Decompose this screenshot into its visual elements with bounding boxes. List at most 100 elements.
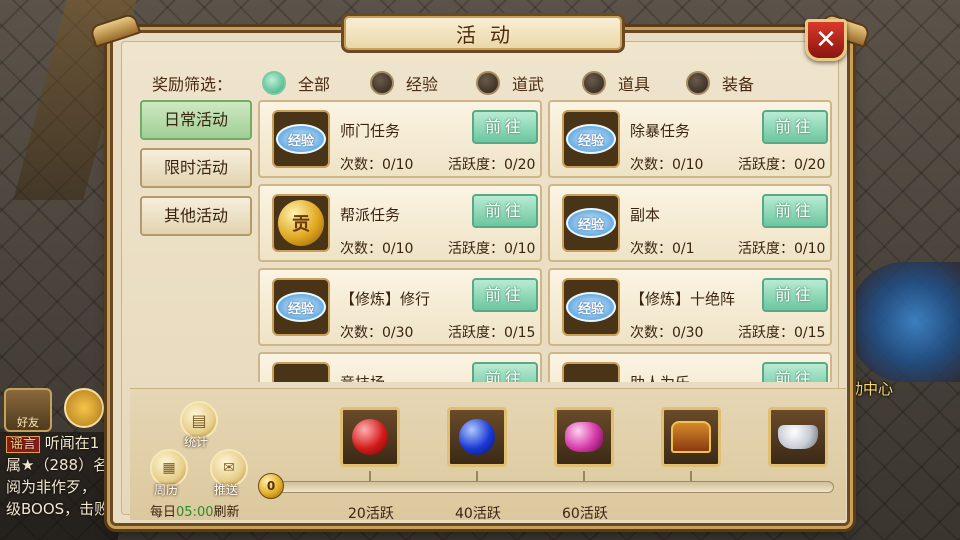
reward-filter-row: 奖励筛选： 全部 经验 道武 道具 装备 bbox=[152, 70, 754, 96]
milestone-stem bbox=[583, 471, 585, 481]
taiji-exp-icon: 经验 bbox=[562, 194, 620, 252]
activity-points: 活跃度：0/10 bbox=[448, 241, 536, 257]
reward-box-1[interactable] bbox=[340, 407, 400, 467]
close-button[interactable]: ✕ bbox=[805, 19, 847, 61]
go-button[interactable]: 前往 bbox=[762, 278, 828, 312]
filter-option-equipment[interactable]: 装备 bbox=[686, 71, 754, 95]
go-button[interactable]: 前往 bbox=[472, 194, 538, 228]
refresh-time: 05:00 bbox=[176, 505, 214, 520]
tab-daily-activities[interactable]: 日常活动 bbox=[140, 100, 252, 140]
tab-other-activities[interactable]: 其他活动 bbox=[140, 196, 252, 236]
chat-tag-rumor: 谣言 bbox=[6, 436, 41, 453]
taiji-exp-icon: 经验 bbox=[562, 110, 620, 168]
exp-badge: 经验 bbox=[276, 292, 326, 322]
calendar-icon: ▦ bbox=[162, 460, 176, 476]
go-button[interactable]: 前往 bbox=[472, 362, 538, 382]
filter-option-label: 装备 bbox=[722, 75, 755, 94]
activity-card-shijuezhen: 经验 【修炼】十绝阵 次数：0/30 活跃度：0/15 前往 bbox=[548, 268, 832, 346]
activity-reward-bar: ▤ 统计 ▦ 周历 ✉ 推送 每日05:00刷新 0 20活跃 40活跃 60活… bbox=[130, 388, 846, 522]
milestone-stem bbox=[369, 471, 371, 481]
activity-dialog: 奖励筛选： 全部 经验 道武 道具 装备 日常活动 限时活动 其他活动 经验 师… bbox=[88, 12, 872, 526]
activity-card-shimen: 经验 师门任务 次数：0/10 活跃度：0/20 前往 bbox=[258, 100, 542, 178]
mail-icon: ✉ bbox=[223, 460, 235, 476]
radio-icon[interactable] bbox=[686, 71, 710, 95]
chat-panel: 谣言 听闻在1 属★（288）名 阅为非作歹， 级BOOS，击败 bbox=[0, 432, 118, 540]
activity-card-xiuxing: 经验 【修炼】修行 次数：0/30 活跃度：0/15 前往 bbox=[258, 268, 542, 346]
portal-effect bbox=[848, 262, 960, 382]
activity-points: 活跃度：0/20 bbox=[738, 157, 826, 173]
radio-icon[interactable] bbox=[262, 71, 286, 95]
activity-name: 副本 bbox=[630, 206, 661, 224]
reward-box-5[interactable] bbox=[768, 407, 828, 467]
filter-option-exp[interactable]: 经验 bbox=[370, 71, 476, 95]
refresh-prefix: 每日 bbox=[150, 505, 177, 520]
activity-name: 师门任务 bbox=[340, 122, 401, 140]
contribution-coin-icon: 贡 bbox=[272, 194, 330, 252]
filter-option-label: 经验 bbox=[406, 75, 439, 94]
activity-name: 帮派任务 bbox=[340, 206, 401, 224]
activity-list[interactable]: 经验 师门任务 次数：0/10 活跃度：0/20 前往 经验 除暴任务 次数：0… bbox=[258, 100, 840, 382]
go-button[interactable]: 前往 bbox=[472, 278, 538, 312]
go-button[interactable]: 前往 bbox=[762, 194, 828, 228]
daily-refresh-note: 每日05:00刷新 bbox=[150, 501, 240, 520]
activity-card-bangpai: 贡 帮派任务 次数：0/10 活跃度：0/10 前往 bbox=[258, 184, 542, 262]
activity-card-arena: 竞技场 前往 bbox=[258, 352, 542, 382]
refresh-suffix: 刷新 bbox=[213, 505, 240, 520]
chat-text: 阅为非作歹， bbox=[6, 478, 97, 496]
chat-bubble-icon[interactable] bbox=[64, 388, 104, 428]
chat-text: 属★（288）名 bbox=[6, 456, 109, 474]
activity-count: 次数：0/30 bbox=[340, 325, 414, 341]
dialog-body: 奖励筛选： 全部 经验 道武 道具 装备 日常活动 限时活动 其他活动 经验 师… bbox=[121, 41, 846, 522]
close-icon: ✕ bbox=[815, 25, 837, 55]
stats-label: 统计 bbox=[184, 435, 209, 449]
milestone-label: 20活跃 bbox=[348, 506, 394, 522]
activity-count: 次数：0/10 bbox=[630, 157, 704, 173]
friends-button[interactable]: 好友 bbox=[4, 388, 52, 432]
filter-option-all[interactable]: 全部 bbox=[262, 71, 370, 95]
activity-name: 除暴任务 bbox=[630, 122, 691, 140]
treasure-chest-icon bbox=[671, 421, 711, 453]
activity-points: 活跃度：0/15 bbox=[448, 325, 536, 341]
activity-name: 【修炼】修行 bbox=[340, 290, 431, 308]
activity-points: 活跃度：0/20 bbox=[448, 157, 536, 173]
exp-badge: 经验 bbox=[276, 124, 326, 154]
milestone-stem bbox=[476, 471, 478, 481]
radio-icon[interactable] bbox=[370, 71, 394, 95]
milestone-label: 60活跃 bbox=[562, 506, 608, 522]
reward-box-4[interactable] bbox=[661, 407, 721, 467]
push-label: 推送 bbox=[214, 483, 239, 497]
activity-card-chubao: 经验 除暴任务 次数：0/10 活跃度：0/20 前往 bbox=[548, 100, 832, 178]
contribution-coin: 贡 bbox=[278, 200, 324, 246]
activity-points: 活跃度：0/15 bbox=[738, 325, 826, 341]
chat-line: 阅为非作歹， bbox=[0, 476, 118, 498]
dialog-title-plate: 活动 bbox=[341, 13, 625, 53]
reward-box-3[interactable] bbox=[554, 407, 614, 467]
pink-gems-icon bbox=[565, 422, 603, 452]
reward-box-2[interactable] bbox=[447, 407, 507, 467]
arena-icon bbox=[272, 362, 330, 382]
activity-center-label: 动中心 bbox=[848, 380, 894, 398]
go-button[interactable]: 前往 bbox=[472, 110, 538, 144]
activity-name: 【修炼】十绝阵 bbox=[630, 290, 736, 308]
chat-line: 属★（288）名 bbox=[0, 454, 118, 476]
filter-option-items[interactable]: 道具 bbox=[582, 71, 686, 95]
radio-icon[interactable] bbox=[476, 71, 500, 95]
go-button[interactable]: 前往 bbox=[762, 362, 828, 382]
filter-option-daowu[interactable]: 道武 bbox=[476, 71, 582, 95]
progress-value-badge: 0 bbox=[258, 473, 284, 499]
red-gem-icon bbox=[352, 419, 388, 455]
activity-name: 助人为乐 bbox=[630, 372, 690, 382]
tab-limited-activities[interactable]: 限时活动 bbox=[140, 148, 252, 188]
activity-card-fuben: 经验 副本 次数：0/1 活跃度：0/10 前往 bbox=[548, 184, 832, 262]
bar-chart-icon: ▤ bbox=[191, 410, 207, 430]
exp-badge: 经验 bbox=[566, 292, 616, 322]
activity-count: 次数：0/10 bbox=[340, 241, 414, 257]
activity-progress-bar bbox=[274, 481, 834, 493]
filter-label: 奖励筛选： bbox=[152, 75, 233, 94]
go-button[interactable]: 前往 bbox=[762, 110, 828, 144]
activity-name: 竞技场 bbox=[340, 372, 385, 382]
radio-icon[interactable] bbox=[582, 71, 606, 95]
activity-count: 次数：0/1 bbox=[630, 241, 695, 257]
help-icon bbox=[562, 362, 620, 382]
blue-gem-icon bbox=[459, 419, 495, 455]
